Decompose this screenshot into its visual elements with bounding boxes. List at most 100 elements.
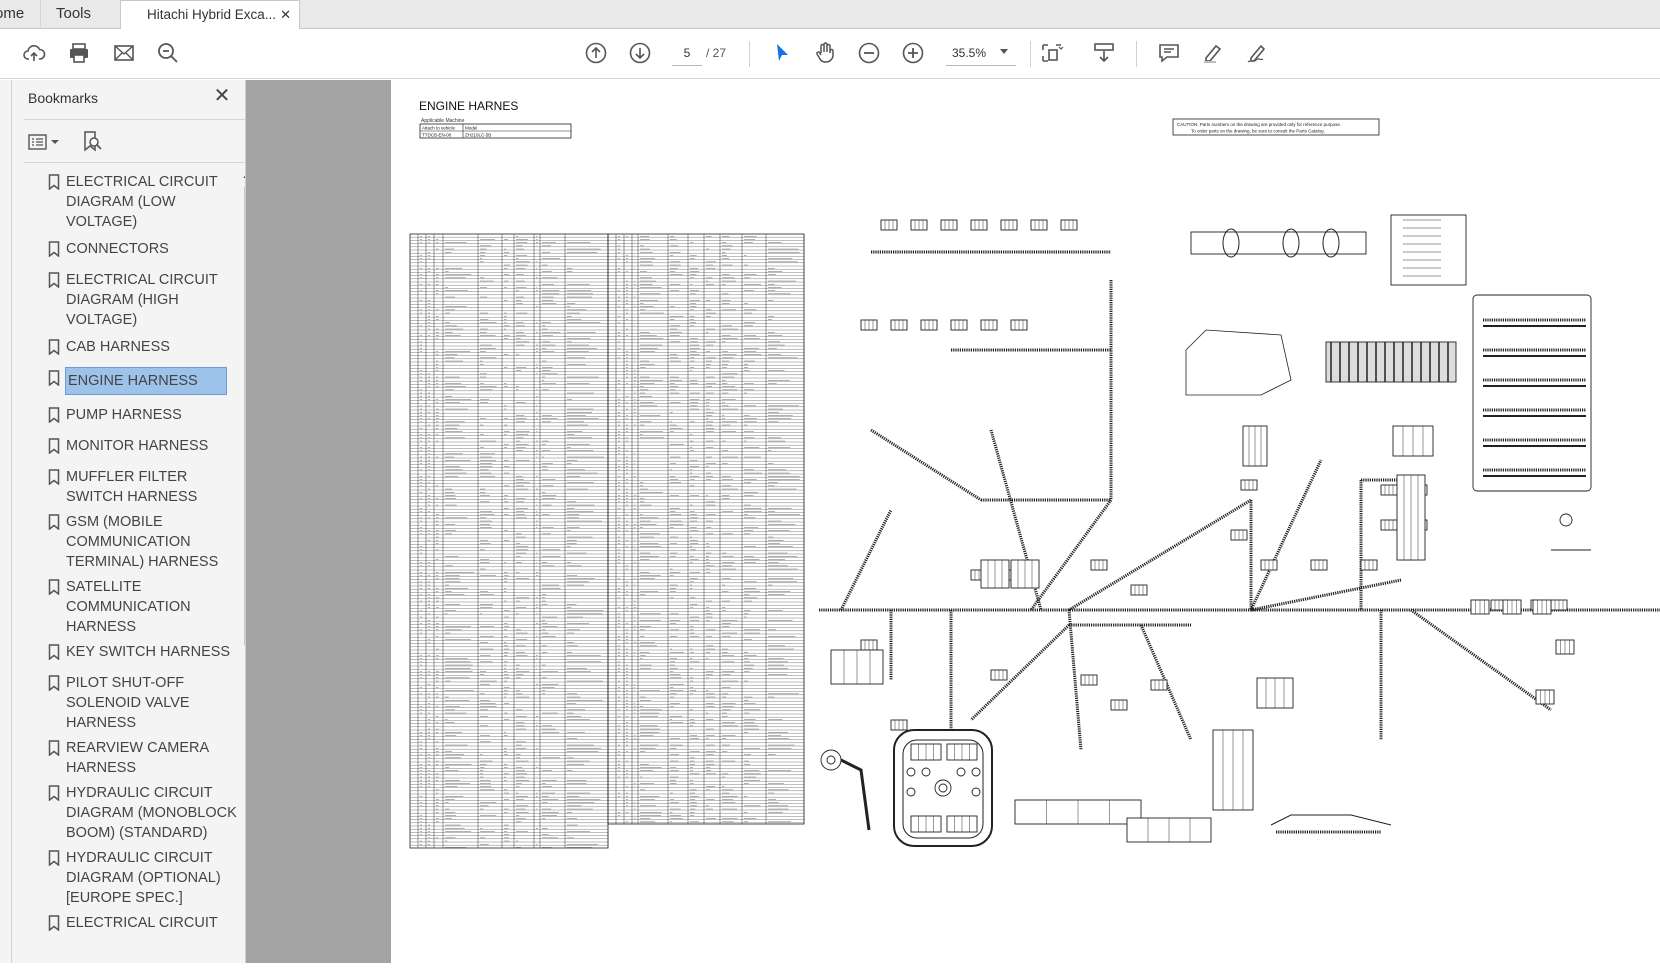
pdf-page: ENGINE HARNES Applicable Machine Attach … bbox=[391, 80, 1660, 963]
model-value: ZH210LC-5B bbox=[465, 133, 491, 138]
zoom-in-icon[interactable] bbox=[899, 39, 927, 67]
zoom-out-icon[interactable] bbox=[855, 39, 883, 67]
bookmark-label: ELECTRICAL CIRCUIT DIAGRAM (HIGH VOLTAGE… bbox=[66, 270, 238, 330]
bookmark-item[interactable]: SATELLITE COMMUNICATION HARNESS bbox=[28, 577, 238, 637]
toolbar-divider bbox=[749, 41, 750, 67]
tab-bar: ome Tools Hitachi Hybrid Exca... ✕ bbox=[0, 0, 1660, 29]
page-fit-icon[interactable] bbox=[1038, 39, 1066, 67]
chevron-down-icon[interactable] bbox=[1000, 49, 1008, 54]
sign-icon[interactable] bbox=[1243, 39, 1271, 67]
bookmark-label: REARVIEW CAMERA HARNESS bbox=[66, 738, 238, 778]
bookmark-label: PUMP HARNESS bbox=[66, 405, 182, 425]
bookmark-item[interactable]: REARVIEW CAMERA HARNESS bbox=[28, 738, 238, 778]
bookmark-icon bbox=[48, 339, 60, 355]
bookmark-icon bbox=[48, 740, 60, 756]
parts-table bbox=[608, 234, 804, 824]
harness-drawing: ENGINE HARNES Applicable Machine Attach … bbox=[391, 80, 1660, 963]
email-icon[interactable] bbox=[110, 39, 138, 67]
bookmark-label: ELECTRICAL CIRCUIT DIAGRAM (LOW VOLTAGE) bbox=[66, 172, 238, 232]
bookmark-label: CAB HARNESS bbox=[66, 337, 170, 357]
toolbar: / 27 35.5% bbox=[0, 29, 1660, 79]
bookmark-item[interactable]: PUMP HARNESS bbox=[28, 405, 238, 425]
page-up-icon[interactable] bbox=[582, 39, 610, 67]
scroll-mode-icon[interactable] bbox=[1090, 39, 1118, 67]
toolbar-divider bbox=[1030, 41, 1031, 67]
bookmark-label: SATELLITE COMMUNICATION HARNESS bbox=[66, 577, 238, 637]
tab-home[interactable]: ome bbox=[0, 0, 27, 29]
bookmark-item[interactable]: PILOT SHUT-OFF SOLENOID VALVE HARNESS bbox=[28, 673, 238, 733]
tab-document[interactable]: Hitachi Hybrid Exca... ✕ bbox=[120, 0, 300, 30]
divider bbox=[24, 119, 249, 120]
bookmark-icon bbox=[48, 469, 60, 485]
bookmark-icon bbox=[48, 174, 60, 190]
bookmark-label: PILOT SHUT-OFF SOLENOID VALVE HARNESS bbox=[66, 673, 238, 733]
bookmark-item[interactable]: ENGINE HARNESS bbox=[28, 368, 238, 394]
bookmark-icon bbox=[48, 272, 60, 288]
bookmark-item[interactable]: CONNECTORS bbox=[28, 239, 238, 259]
bookmark-icon bbox=[48, 785, 60, 801]
bookmark-item[interactable]: MONITOR HARNESS bbox=[28, 436, 238, 456]
bookmark-item[interactable]: GSM (MOBILE COMMUNICATION TERMINAL) HARN… bbox=[28, 512, 238, 572]
bookmark-label: GSM (MOBILE COMMUNICATION TERMINAL) HARN… bbox=[66, 512, 238, 572]
page-down-icon[interactable] bbox=[626, 39, 654, 67]
divider bbox=[24, 162, 249, 163]
part-number: TTDCB-EN-00 bbox=[422, 133, 452, 138]
search-icon[interactable] bbox=[154, 39, 182, 67]
highlight-pen-icon[interactable] bbox=[1199, 39, 1227, 67]
toolbar-divider bbox=[1136, 41, 1137, 67]
bookmark-options-button[interactable] bbox=[28, 130, 64, 154]
page-number-input[interactable] bbox=[672, 40, 702, 66]
comment-icon[interactable] bbox=[1155, 39, 1183, 67]
bookmark-item[interactable]: ELECTRICAL CIRCUIT DIAGRAM (LOW VOLTAGE) bbox=[28, 172, 238, 232]
navigation-strip bbox=[0, 80, 12, 963]
bookmark-item[interactable]: KEY SWITCH HARNESS bbox=[28, 642, 238, 662]
bookmark-label: ELECTRICAL CIRCUIT bbox=[66, 913, 218, 933]
bookmark-icon bbox=[48, 644, 60, 660]
bookmark-item[interactable]: ELECTRICAL CIRCUIT bbox=[28, 913, 238, 933]
find-bookmark-icon[interactable] bbox=[80, 129, 104, 153]
bookmark-label: MUFFLER FILTER SWITCH HARNESS bbox=[66, 467, 238, 507]
caution-text: CAUTION: Parts numbers on the drawing ar… bbox=[1177, 122, 1341, 127]
list-options-icon bbox=[28, 133, 50, 151]
bookmark-list: ELECTRICAL CIRCUIT DIAGRAM (LOW VOLTAGE)… bbox=[28, 172, 238, 933]
tab-document-label: Hitachi Hybrid Exca... bbox=[147, 7, 276, 22]
bookmark-label: KEY SWITCH HARNESS bbox=[66, 642, 230, 662]
bookmark-label: MONITOR HARNESS bbox=[66, 436, 208, 456]
attach-label: Attach to vehicle bbox=[422, 126, 456, 131]
bookmark-icon bbox=[48, 514, 60, 530]
document-viewport[interactable]: ENGINE HARNES Applicable Machine Attach … bbox=[245, 80, 1660, 963]
hand-icon[interactable] bbox=[811, 39, 839, 67]
bookmark-icon bbox=[48, 407, 60, 423]
bookmark-icon bbox=[48, 675, 60, 691]
bookmark-icon bbox=[48, 370, 60, 386]
bookmark-label: HYDRAULIC CIRCUIT DIAGRAM (OPTIONAL) [EU… bbox=[66, 848, 238, 908]
drawing-title: ENGINE HARNES bbox=[419, 99, 518, 113]
caution-text-2: To order parts on the drawing, be sure t… bbox=[1191, 129, 1325, 134]
bookmark-item[interactable]: CAB HARNESS bbox=[28, 337, 238, 357]
print-icon[interactable] bbox=[65, 39, 93, 67]
bookmark-icon bbox=[48, 850, 60, 866]
bookmark-label: ENGINE HARNESS bbox=[66, 368, 226, 394]
bookmark-icon bbox=[48, 579, 60, 595]
bookmark-item[interactable]: HYDRAULIC CIRCUIT DIAGRAM (OPTIONAL) [EU… bbox=[28, 848, 238, 908]
chevron-down-icon bbox=[50, 138, 60, 146]
model-label: Model bbox=[465, 126, 477, 131]
bookmark-icon bbox=[48, 241, 60, 257]
close-icon[interactable]: ✕ bbox=[212, 86, 232, 106]
bookmark-label: HYDRAULIC CIRCUIT DIAGRAM (MONOBLOCK BOO… bbox=[66, 783, 238, 843]
bookmark-icon bbox=[48, 915, 60, 931]
bookmark-item[interactable]: ELECTRICAL CIRCUIT DIAGRAM (HIGH VOLTAGE… bbox=[28, 270, 238, 330]
page-total: / 27 bbox=[706, 46, 726, 60]
bookmark-icon bbox=[48, 438, 60, 454]
tab-tools[interactable]: Tools bbox=[40, 0, 120, 29]
select-cursor-icon[interactable] bbox=[768, 39, 796, 67]
parts-table bbox=[410, 234, 608, 848]
bookmark-label: CONNECTORS bbox=[66, 239, 169, 259]
upload-cloud-icon[interactable] bbox=[20, 39, 48, 67]
zoom-level-value: 35.5% bbox=[952, 46, 986, 60]
applicable-label: Applicable Machine bbox=[421, 118, 465, 124]
bookmarks-panel: Bookmarks ✕ ELECTRICAL CIRCUIT DIAGRAM (… bbox=[12, 80, 245, 963]
bookmark-item[interactable]: MUFFLER FILTER SWITCH HARNESS bbox=[28, 467, 238, 507]
close-tab-icon[interactable]: ✕ bbox=[280, 1, 291, 29]
bookmark-item[interactable]: HYDRAULIC CIRCUIT DIAGRAM (MONOBLOCK BOO… bbox=[28, 783, 238, 843]
